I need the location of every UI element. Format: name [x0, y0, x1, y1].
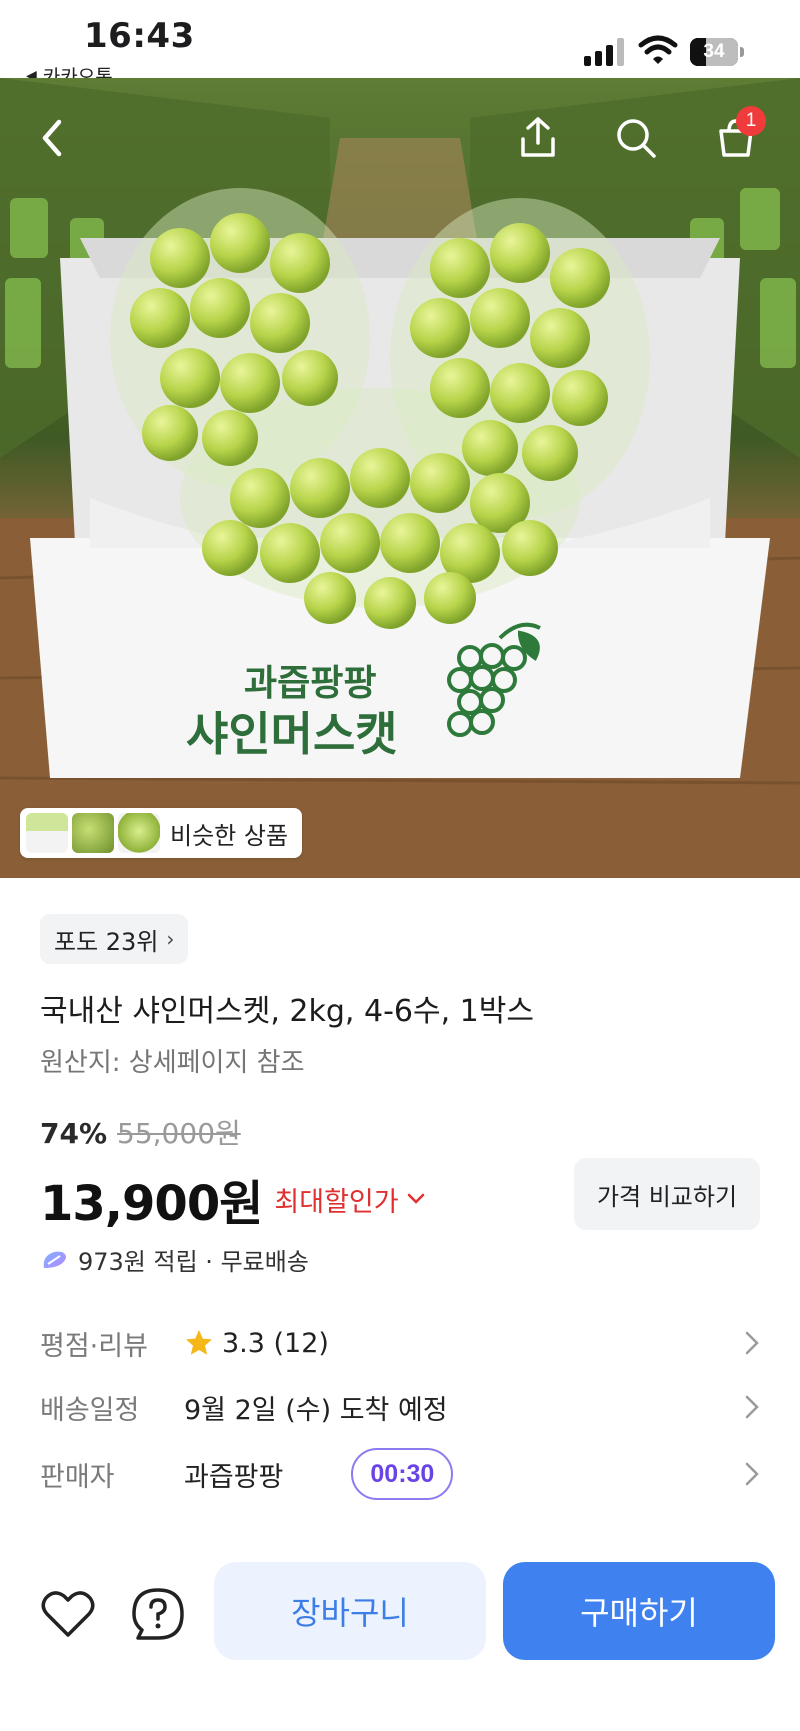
cart-nav-button[interactable]: 1: [706, 106, 766, 168]
back-arrow-icon: [42, 119, 62, 157]
bottom-action-bar: 장바구니 구매하기: [0, 1560, 800, 1670]
box-product-text: 샤인머스캣: [186, 707, 398, 761]
chevron-down-icon: [407, 1193, 424, 1204]
wishlist-button[interactable]: [38, 1584, 98, 1644]
points-shipping-text: 973원 적립 · 무료배송: [78, 1248, 309, 1276]
search-icon: [617, 119, 656, 158]
inquiry-button[interactable]: [128, 1584, 188, 1644]
best-price-label: 최대할인가: [274, 1186, 399, 1218]
product-origin: 원산지: 상세페이지 참조: [40, 1048, 305, 1078]
rating-review-row[interactable]: 평점·리뷰 3.3 (12): [40, 1318, 760, 1368]
star-icon: [186, 1330, 212, 1355]
similar-products-label: 비슷한 상품: [170, 821, 289, 850]
status-time: 16:43: [84, 16, 195, 56]
share-button[interactable]: [508, 108, 568, 168]
share-icon: [521, 117, 555, 157]
points-icon: [43, 1251, 66, 1268]
original-price: 55,000원: [117, 1117, 241, 1150]
category-rank-chip[interactable]: 포도 23위 ›: [40, 914, 189, 964]
sale-price: 13,900원: [40, 1176, 263, 1232]
price-compare-button[interactable]: 가격 비교하기: [574, 1158, 760, 1230]
rank-label: 포도 23위: [54, 927, 159, 956]
add-to-cart-button[interactable]: 장바구니: [214, 1562, 486, 1660]
similar-thumb-1: [26, 813, 68, 853]
delivery-schedule-row[interactable]: 배송일정 9월 2일 (수) 도착 예정: [40, 1382, 760, 1432]
top-navigation: 1: [0, 78, 800, 208]
chevron-right-icon: [745, 1462, 759, 1486]
rating-value: 3.3 (12): [222, 1327, 329, 1359]
similar-thumb-3: [118, 813, 160, 853]
seller-name: 과즙팡팡: [184, 1461, 284, 1493]
wifi-icon: [638, 34, 678, 66]
status-bar: 16:43 ◀ 카카오톡 34: [0, 0, 800, 88]
search-button[interactable]: [606, 108, 666, 168]
heart-icon: [41, 1591, 95, 1637]
battery-icon: 34: [690, 38, 744, 66]
price-row: 13,900원 최대할인가: [40, 1164, 425, 1234]
best-price-dropdown[interactable]: 최대할인가: [274, 1180, 424, 1219]
seller-row[interactable]: 판매자 과즙팡팡 00:30: [40, 1446, 760, 1502]
cart-count-badge: 1: [736, 106, 766, 136]
rating-label: 평점·리뷰: [40, 1330, 148, 1362]
cellular-signal-icon: [584, 38, 626, 66]
question-icon: [132, 1588, 184, 1640]
chevron-right-icon: ›: [166, 927, 175, 951]
battery-level: 34: [703, 41, 725, 62]
back-button[interactable]: [22, 108, 82, 168]
points-shipping-row: 973원 적립 · 무료배송: [40, 1242, 309, 1277]
similar-products-button[interactable]: 비슷한 상품: [20, 808, 302, 858]
seller-label: 판매자: [40, 1461, 115, 1493]
delivery-value: 9월 2일 (수) 도착 예정: [184, 1394, 448, 1426]
product-title: 국내산 샤인머스켓, 2kg, 4-6수, 1박스: [40, 994, 534, 1029]
chevron-right-icon: [745, 1395, 759, 1419]
countdown-timer-badge: 00:30: [351, 1448, 454, 1500]
buy-now-button[interactable]: 구매하기: [503, 1562, 775, 1660]
discount-rate: 74%: [40, 1117, 108, 1150]
delivery-label: 배송일정: [40, 1394, 140, 1426]
discount-row: 74% 55,000원: [40, 1112, 241, 1152]
similar-thumb-2: [72, 813, 114, 853]
chevron-right-icon: [745, 1331, 759, 1355]
